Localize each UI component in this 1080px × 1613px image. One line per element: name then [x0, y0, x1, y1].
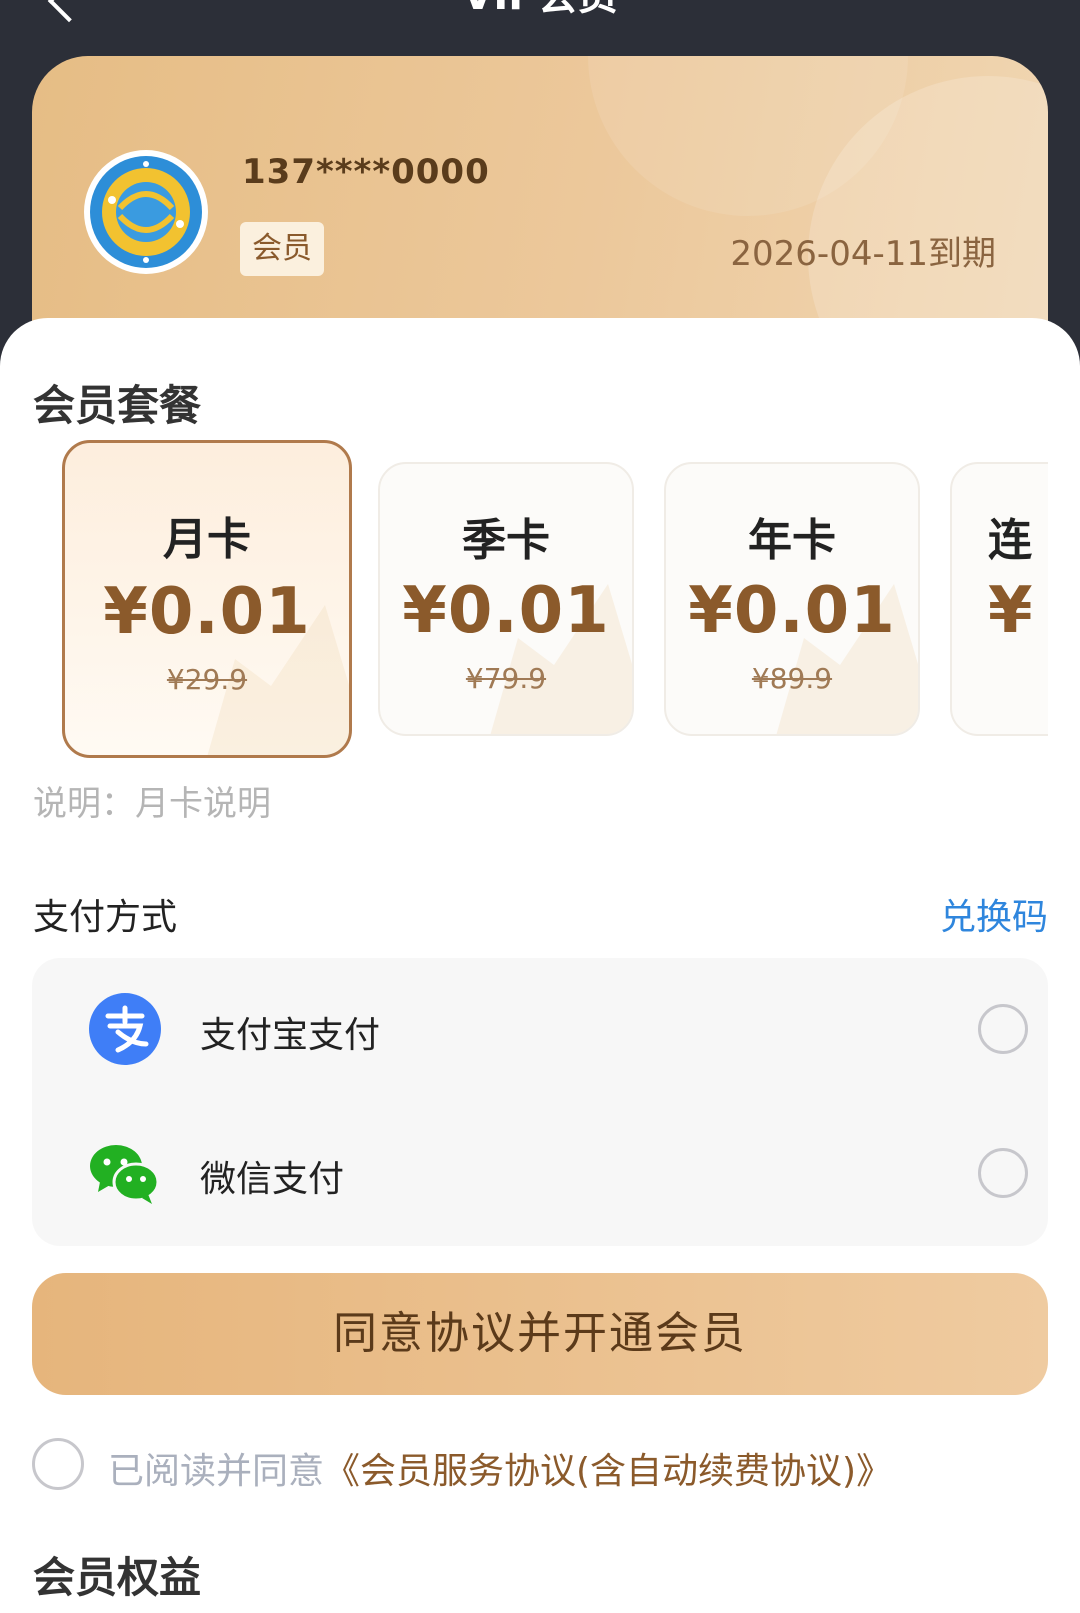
expire-date: 2026-04-11到期 — [730, 234, 996, 274]
plan-name: 月卡 — [163, 514, 251, 565]
content-sheet: 会员套餐 月卡 ¥0.01 ¥29.9 季卡 ¥0.01 ¥79.9 年卡 ¥0… — [0, 318, 1080, 1613]
plan-card-monthly[interactable]: 月卡 ¥0.01 ¥29.9 — [62, 440, 352, 758]
alipay-radio[interactable] — [978, 1004, 1028, 1054]
member-phone: 137****0000 — [242, 152, 490, 192]
plan-description: 说明：月卡说明 — [33, 784, 271, 824]
agreement-checkbox[interactable] — [32, 1438, 84, 1490]
logo-icon — [90, 156, 202, 268]
agreement-prefix: 已阅读并同意 — [108, 1451, 325, 1492]
payment-option-wechat[interactable]: 微信支付 — [32, 1102, 1048, 1242]
member-status-badge: 会员 — [240, 222, 324, 276]
agreement-link[interactable]: 《会员服务协议(含自动续费协议)》 — [324, 1451, 892, 1492]
agreement-text: 已阅读并同意《会员服务协议(含自动续费协议)》 — [108, 1442, 892, 1494]
avatar[interactable] — [84, 150, 208, 274]
member-card: 137****0000 会员 2026-04-11到期 — [32, 56, 1048, 356]
redeem-code-link[interactable]: 兑换码 — [940, 888, 1048, 940]
plan-original-price: ¥79.9 — [465, 662, 547, 695]
rights-section-title: 会员权益 — [33, 1553, 202, 1602]
payment-section-title: 支付方式 — [33, 897, 178, 938]
agreement-row: 已阅读并同意《会员服务协议(含自动续费协议)》 — [32, 1436, 1048, 1492]
payment-label: 微信支付 — [200, 1159, 345, 1200]
plan-card-yearly[interactable]: 年卡 ¥0.01 ¥89.9 — [664, 462, 920, 736]
plan-price: ¥0.01 — [103, 575, 311, 649]
alipay-icon — [89, 993, 161, 1065]
plan-price: ¥0.01 — [402, 574, 610, 648]
plan-original-price: ¥29.9 — [166, 663, 248, 696]
plan-name: 季卡 — [462, 515, 550, 566]
plan-list[interactable]: 月卡 ¥0.01 ¥29.9 季卡 ¥0.01 ¥79.9 年卡 ¥0.01 ¥… — [0, 440, 1048, 760]
payment-label: 支付宝支付 — [200, 1015, 381, 1056]
plan-name: 年卡 — [748, 515, 836, 566]
plan-card-continuous[interactable]: 连 ¥ — [950, 462, 1048, 736]
plan-price: ¥0.01 — [688, 574, 896, 648]
top-bar: VIP会员 — [0, 0, 1080, 56]
plan-original-price: ¥89.9 — [751, 662, 833, 695]
wechat-radio[interactable] — [978, 1148, 1028, 1198]
wechat-icon — [90, 1145, 160, 1204]
payment-methods: 支付宝支付 微信支付 — [32, 958, 1048, 1246]
plans-section-title: 会员套餐 — [33, 381, 202, 430]
page-title: VIP会员 — [0, 0, 1080, 18]
open-membership-button[interactable]: 同意协议并开通会员 — [32, 1273, 1048, 1395]
payment-option-alipay[interactable]: 支付宝支付 — [32, 958, 1048, 1098]
plan-price: ¥ — [988, 574, 1034, 648]
plan-name: 连 — [988, 515, 1032, 566]
plan-card-quarterly[interactable]: 季卡 ¥0.01 ¥79.9 — [378, 462, 634, 736]
